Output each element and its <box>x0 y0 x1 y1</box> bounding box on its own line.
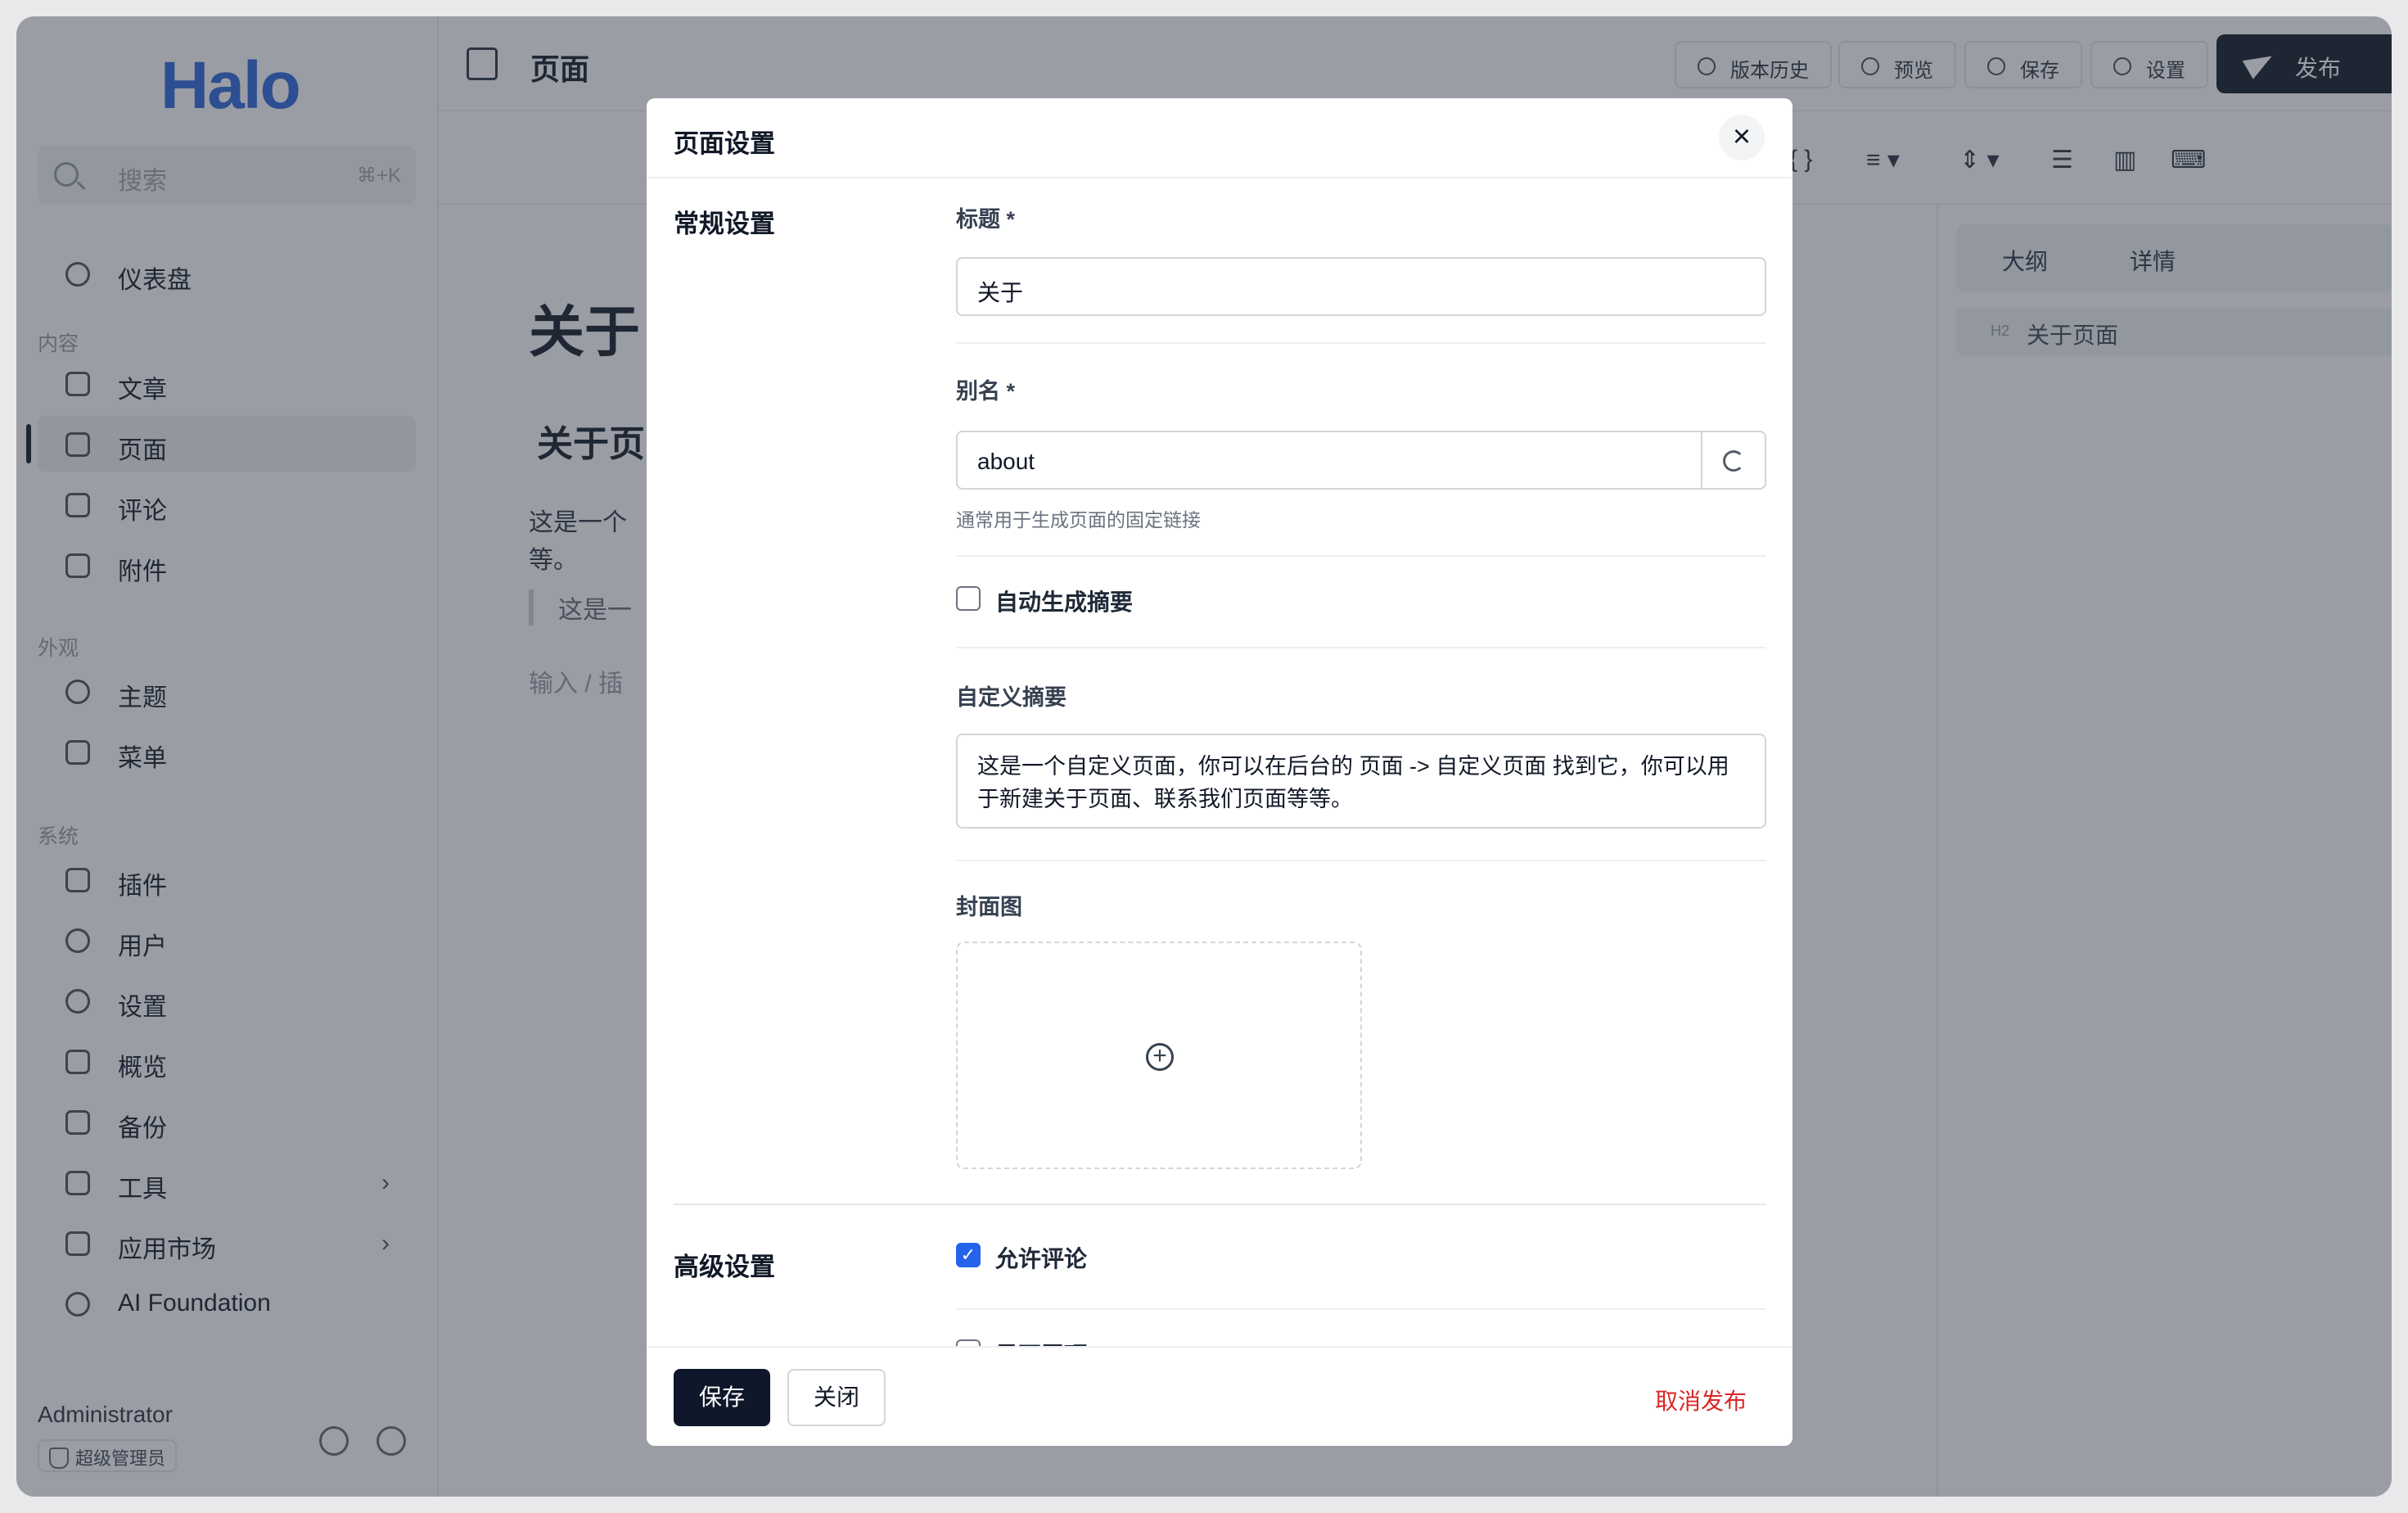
custom-excerpt-label: 自定义摘要 <box>956 685 1066 710</box>
slug-field[interactable]: about <box>956 431 1702 490</box>
custom-excerpt-textarea[interactable]: 这是一个自定义页面，你可以在后台的 页面 -> 自定义页面 找到它，你可以用于新… <box>956 734 1766 829</box>
page-settings-modal: 页面设置 × 常规设置 标题 * 关于 别名 * about 通常用于生成页面的… <box>647 98 1792 1446</box>
cover-upload[interactable]: + <box>956 942 1362 1169</box>
modal-close-button[interactable]: 关闭 <box>787 1369 886 1426</box>
modal-title: 页面设置 <box>674 129 775 158</box>
cover-label: 封面图 <box>956 895 1022 919</box>
divider <box>956 647 1766 648</box>
allow-comment-label[interactable]: 允许评论 <box>995 1241 1087 1274</box>
title-field-label: 标题 * <box>956 207 1016 232</box>
modal-header: 页面设置 × <box>647 98 1792 178</box>
allow-comment-checkbox[interactable]: ✓ <box>956 1243 981 1267</box>
regenerate-slug-button[interactable] <box>1701 431 1766 490</box>
modal-save-button[interactable]: 保存 <box>674 1369 770 1426</box>
auto-excerpt-label[interactable]: 自动生成摘要 <box>995 585 1133 617</box>
slug-help-text: 通常用于生成页面的固定链接 <box>956 509 1201 531</box>
modal-footer: 保存 关闭 取消发布 <box>647 1346 1792 1446</box>
divider <box>956 555 1766 557</box>
section-title-general: 常规设置 <box>674 210 775 238</box>
close-icon[interactable]: × <box>1719 115 1765 160</box>
section-divider <box>674 1204 1766 1205</box>
divider <box>956 1308 1766 1310</box>
section-title-advanced: 高级设置 <box>674 1253 775 1281</box>
slug-field-label: 别名 * <box>956 379 1016 404</box>
divider <box>956 342 1766 344</box>
unpublish-button[interactable]: 取消发布 <box>1655 1384 1747 1416</box>
auto-excerpt-checkbox[interactable] <box>956 586 981 611</box>
app-window: Halo 搜索 ⌘+K 仪表盘 内容 文章 页面 评论 附件 外观 主题 菜单 … <box>16 16 2392 1497</box>
refresh-icon <box>1723 450 1744 472</box>
divider <box>956 860 1766 861</box>
add-circle-icon: + <box>1146 1043 1174 1071</box>
title-field[interactable]: 关于 <box>956 257 1766 316</box>
